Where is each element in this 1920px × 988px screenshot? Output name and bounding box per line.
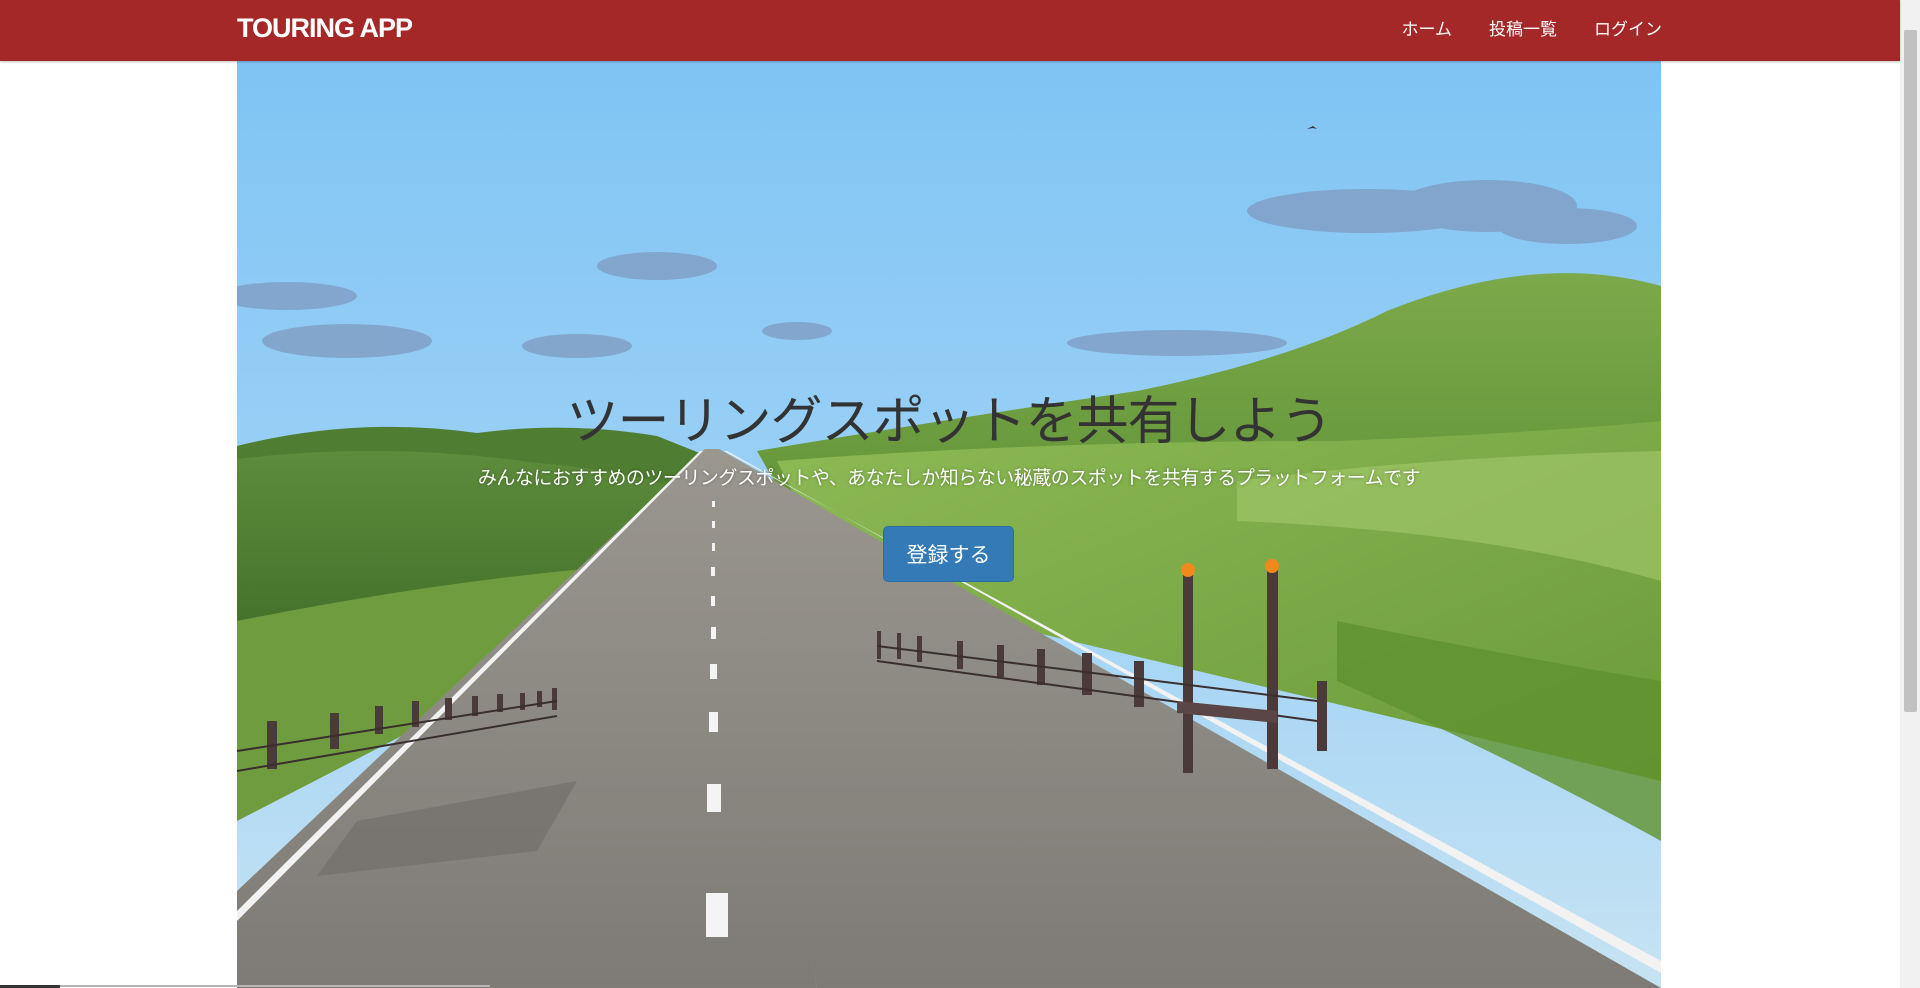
brand-logo[interactable]: TOURING APP — [237, 13, 413, 44]
horizontal-scrollbar-thumb[interactable] — [60, 985, 490, 987]
nav-home-link[interactable]: ホーム — [1402, 15, 1453, 40]
hero-background-image — [237, 61, 1661, 988]
hero-section: ツーリングスポットを共有しよう みんなにおすすめのツーリングスポットや、あなたし… — [237, 61, 1661, 988]
vertical-scrollbar[interactable] — [1900, 0, 1920, 988]
hero-subtitle: みんなにおすすめのツーリングスポットや、あなたしか知らない秘蔵のスポットを共有す… — [477, 467, 1421, 489]
hero-title: ツーリングスポットを共有しよう — [566, 392, 1332, 452]
page: TOURING APP ホーム 投稿一覧 ログイン ツーリングスポットを共有しよ… — [0, 0, 1920, 988]
nav-login-link[interactable]: ログイン — [1594, 15, 1662, 40]
navbar: TOURING APP ホーム 投稿一覧 ログイン — [0, 0, 1900, 61]
register-button[interactable]: 登録する — [883, 526, 1014, 582]
vertical-scrollbar-thumb[interactable] — [1904, 30, 1917, 712]
nav-links: ホーム 投稿一覧 ログイン — [1402, 0, 1663, 55]
nav-posts-link[interactable]: 投稿一覧 — [1489, 15, 1557, 40]
